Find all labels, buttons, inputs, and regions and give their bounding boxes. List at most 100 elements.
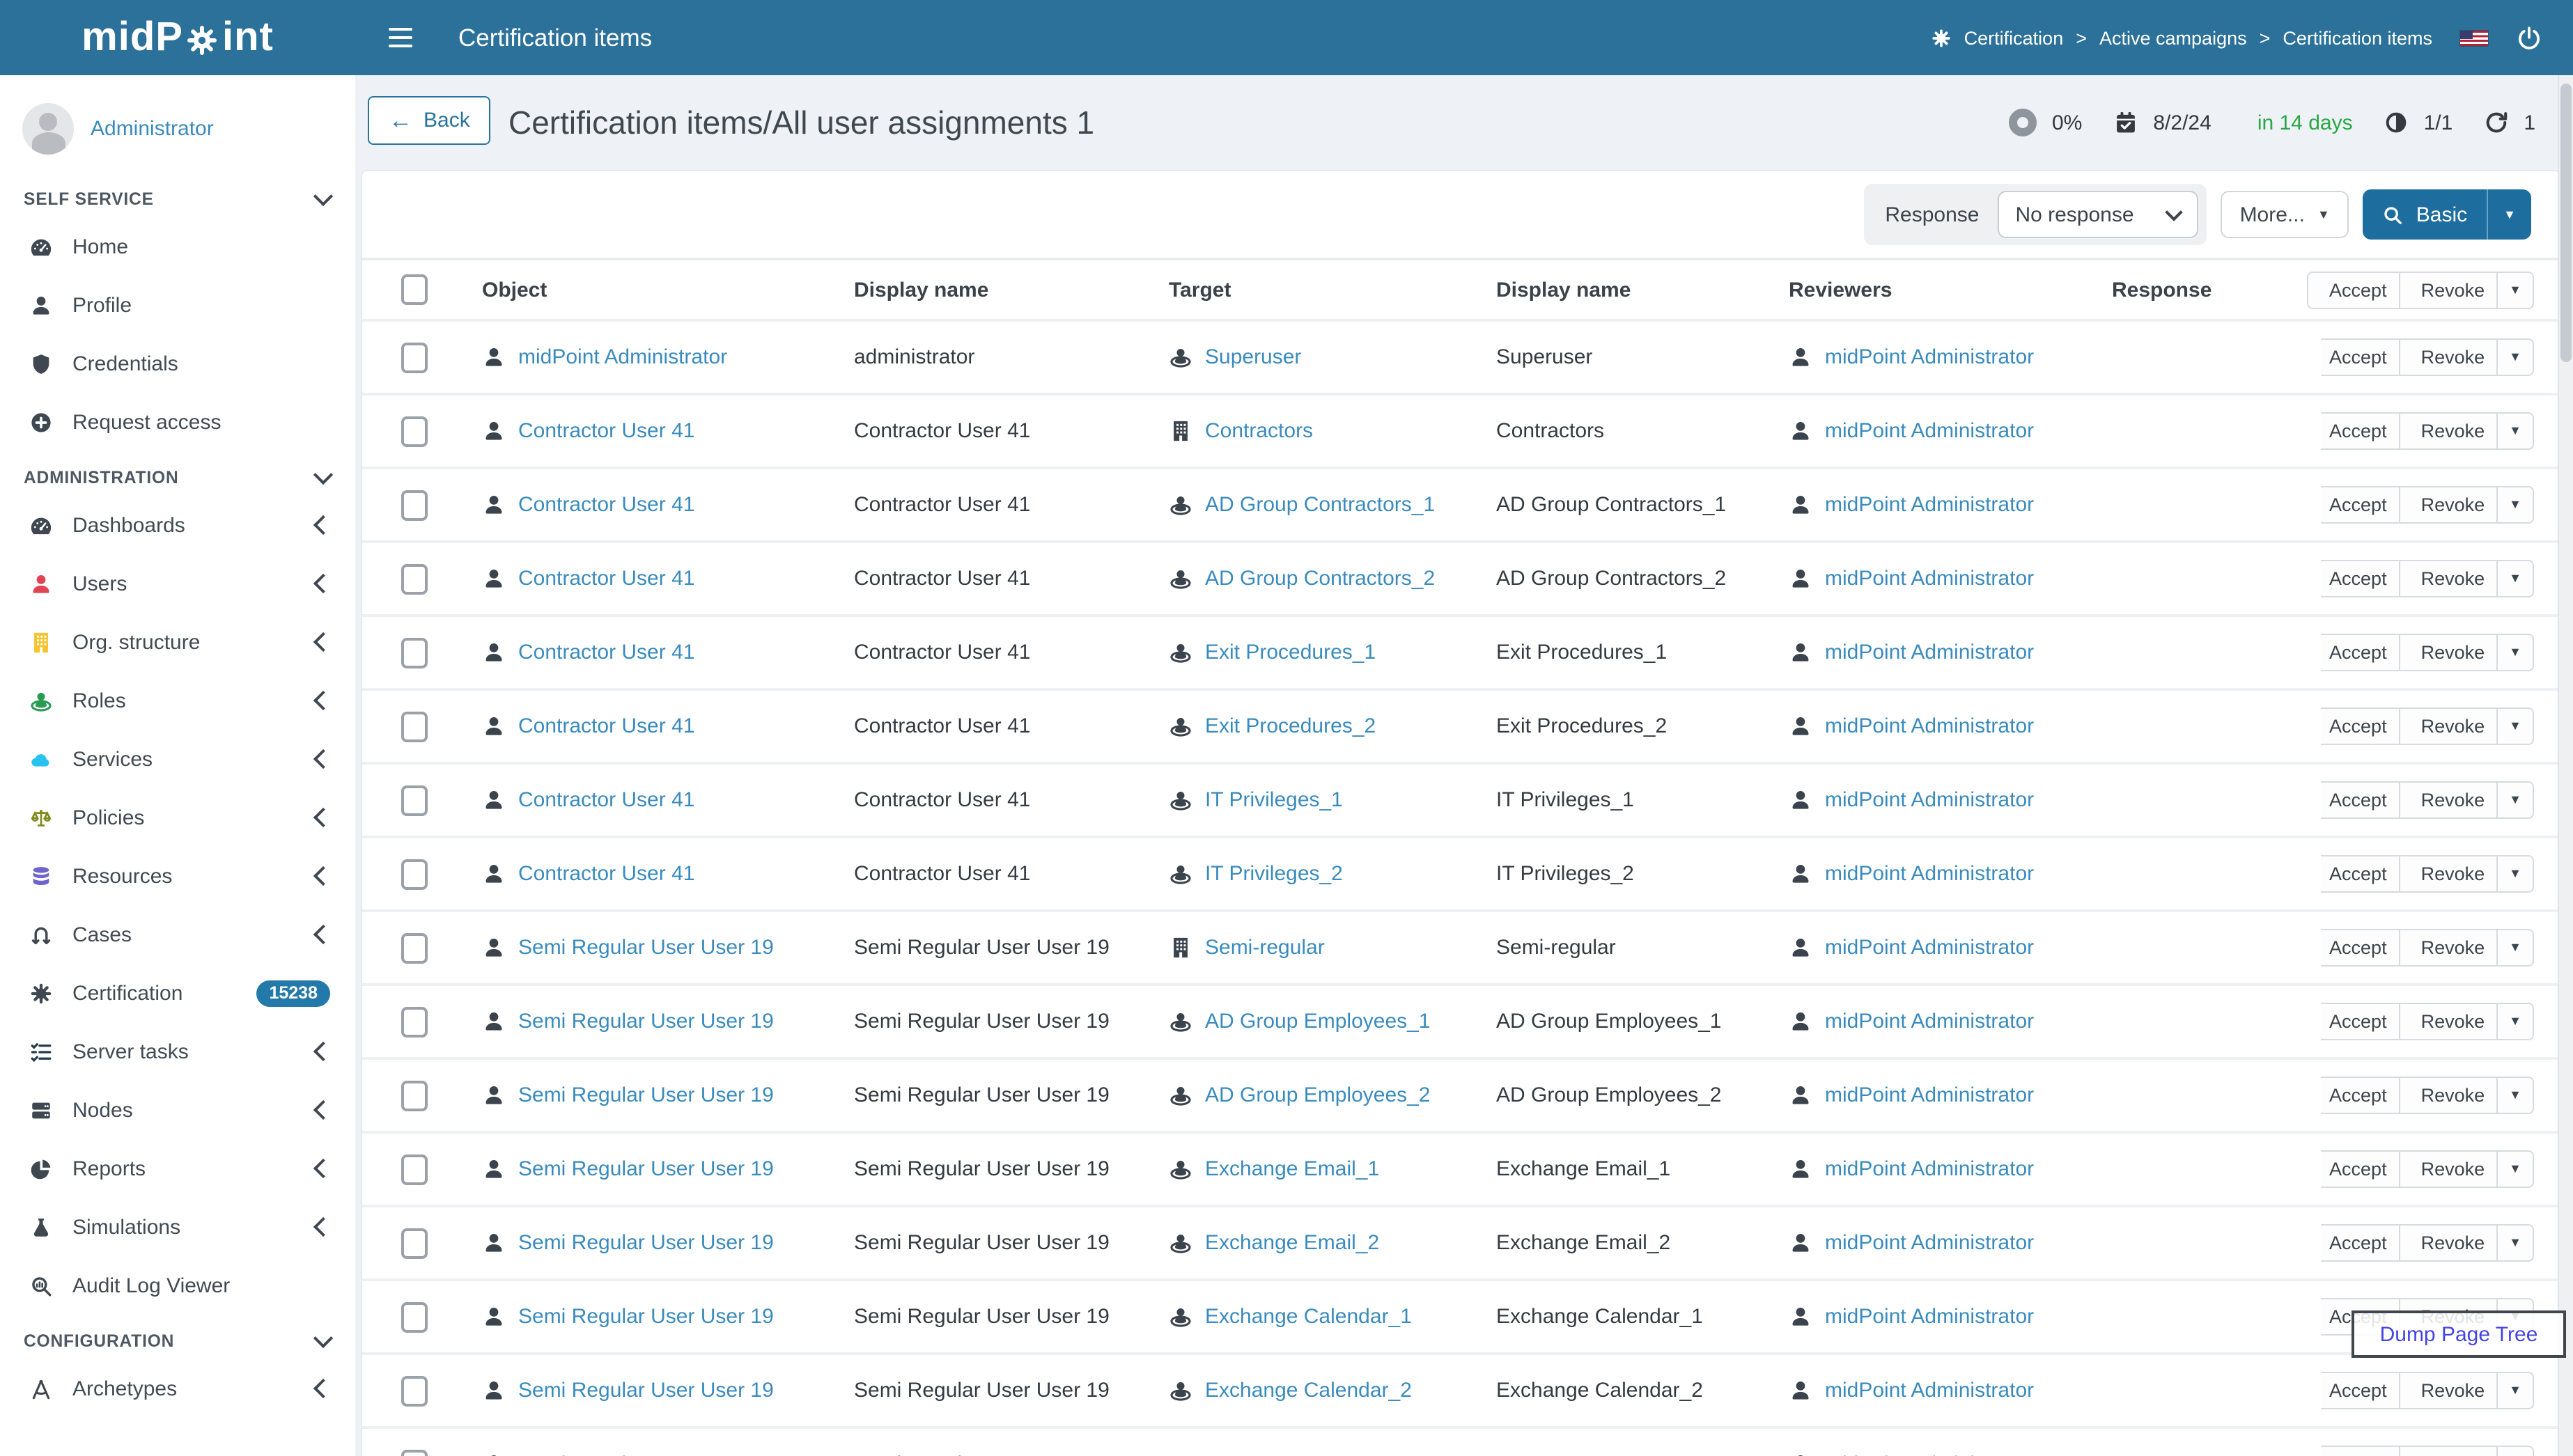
accept-button[interactable]: Accept (2321, 1077, 2401, 1114)
accept-button[interactable]: Accept (2321, 1150, 2401, 1188)
page-scrollbar[interactable] (2558, 75, 2573, 1456)
reviewer-link[interactable]: midPoint Administrator (1825, 345, 2034, 369)
sidebar-item-simulations[interactable]: Simulations (0, 1198, 355, 1256)
row-checkbox[interactable] (401, 1228, 428, 1258)
sidebar-item-services[interactable]: Services (0, 730, 355, 788)
more-actions-button[interactable]: ▼ (2496, 634, 2534, 671)
revoke-button[interactable]: Revoke (2398, 1150, 2499, 1188)
sidebar-item-reports[interactable]: Reports (0, 1139, 355, 1198)
more-actions-button[interactable]: ▼ (2496, 1003, 2534, 1040)
object-link[interactable]: Semi Regular User User 19 (518, 936, 774, 960)
object-link[interactable]: Contractor User 41 (518, 419, 694, 443)
object-link[interactable]: Semi Regular User User 19 (518, 1083, 774, 1107)
sidebar-item-home[interactable]: Home (0, 217, 355, 276)
revoke-button[interactable]: Revoke (2398, 707, 2499, 745)
target-link[interactable]: Contractors (1205, 419, 1313, 443)
col-object[interactable]: Object (482, 259, 854, 320)
reviewer-link[interactable]: midPoint Administrator (1825, 862, 2034, 886)
sidebar-item-server-tasks[interactable]: Server tasks (0, 1022, 355, 1081)
more-actions-button[interactable]: ▼ (2496, 781, 2534, 819)
accept-button[interactable]: Accept (2321, 338, 2401, 376)
sidebar-item-credentials[interactable]: Credentials (0, 334, 355, 393)
sidebar-item-audit-log-viewer[interactable]: Audit Log Viewer (0, 1256, 355, 1315)
revoke-button[interactable]: Revoke (2398, 338, 2499, 376)
accept-button[interactable]: Accept (2321, 560, 2401, 597)
reviewer-link[interactable]: midPoint Administrator (1825, 1379, 2034, 1402)
object-link[interactable]: Semi Regular User User 19 (518, 1231, 774, 1255)
target-link[interactable]: IT Privileges_1 (1205, 788, 1343, 812)
sidebar-item-archetypes[interactable]: Archetypes (0, 1359, 355, 1418)
row-checkbox[interactable] (401, 416, 428, 446)
sidebar-toggle-icon[interactable] (389, 24, 425, 52)
revoke-button[interactable]: Revoke (2398, 560, 2499, 597)
reviewer-link[interactable]: midPoint Administrator (1825, 1157, 2034, 1181)
object-link[interactable]: midPoint Administrator (518, 345, 727, 369)
breadcrumb-certification-items[interactable]: Certification items (2283, 27, 2432, 48)
accept-button[interactable]: Accept (2321, 707, 2401, 745)
accept-button[interactable]: Accept (2321, 486, 2401, 524)
target-link[interactable]: Exit Procedures_2 (1205, 714, 1376, 738)
more-actions-button[interactable]: ▼ (2496, 1372, 2534, 1409)
accept-button[interactable]: Accept (2321, 1446, 2401, 1456)
accept-button[interactable]: Accept (2321, 781, 2401, 819)
target-link[interactable]: Exchange Calendar_2 (1205, 1379, 1412, 1402)
row-checkbox[interactable] (401, 637, 428, 668)
power-icon[interactable] (2516, 24, 2542, 51)
target-link[interactable]: IT Privileges_2 (1205, 862, 1343, 886)
target-link[interactable]: Exchange Email_1 (1205, 1157, 1379, 1181)
user-name-link[interactable]: Administrator (91, 117, 214, 141)
more-actions-button[interactable]: ▼ (2496, 855, 2534, 893)
sidebar-item-users[interactable]: Users (0, 554, 355, 613)
row-checkbox[interactable] (401, 1154, 428, 1184)
target-link[interactable]: AD Group Contractors_2 (1205, 567, 1435, 590)
target-link[interactable]: Exchange Email_2 (1205, 1231, 1379, 1255)
revoke-button[interactable]: Revoke (2398, 1372, 2499, 1409)
dump-page-tree-overlay[interactable]: Dump Page Tree (2352, 1310, 2566, 1358)
scrollbar-thumb[interactable] (2560, 84, 2572, 362)
more-filters-button[interactable]: More... ▼ (2220, 191, 2349, 238)
row-checkbox[interactable] (401, 342, 428, 373)
row-checkbox[interactable] (401, 932, 428, 963)
sidebar-item-roles[interactable]: Roles (0, 671, 355, 730)
accept-button[interactable]: Accept (2321, 1372, 2401, 1409)
row-checkbox[interactable] (401, 1449, 428, 1456)
reviewer-link[interactable]: midPoint Administrator (1825, 936, 2034, 960)
more-actions-button[interactable]: ▼ (2496, 929, 2534, 966)
sidebar-section-administration[interactable]: ADMINISTRATION (0, 451, 355, 496)
target-link[interactable]: Exchange Calendar_1 (1205, 1305, 1412, 1329)
row-checkbox[interactable] (401, 1006, 428, 1037)
row-checkbox[interactable] (401, 1375, 428, 1406)
reviewer-link[interactable]: midPoint Administrator (1825, 641, 2034, 664)
object-link[interactable]: Contractor User 41 (518, 641, 694, 664)
col-display-name[interactable]: Display name (854, 259, 1169, 320)
more-actions-button[interactable]: ▼ (2496, 560, 2534, 597)
object-link[interactable]: Contractor User 41 (518, 862, 694, 886)
accept-button[interactable]: Accept (2321, 1224, 2401, 1262)
revoke-button[interactable]: Revoke (2398, 486, 2499, 524)
more-actions-button[interactable]: ▼ (2496, 1150, 2534, 1188)
object-link[interactable]: Semi Regular User User 19 (518, 1305, 774, 1329)
target-link[interactable]: Exit Procedures_1 (1205, 641, 1376, 664)
reviewer-link[interactable]: midPoint Administrator (1825, 1083, 2034, 1107)
target-link[interactable]: AD Group Employees_2 (1205, 1083, 1431, 1107)
revoke-button[interactable]: Revoke (2398, 412, 2499, 450)
breadcrumb-active-campaigns[interactable]: Active campaigns (2099, 27, 2247, 48)
object-link[interactable]: Contractor User 41 (518, 788, 694, 812)
search-mode-button[interactable]: Basic ▼ (2363, 189, 2531, 240)
accept-button[interactable]: Accept (2321, 1003, 2401, 1040)
more-actions-button[interactable]: ▼ (2496, 338, 2534, 376)
more-actions-button[interactable]: ▼ (2496, 486, 2534, 524)
object-link[interactable]: Semi Regular User User 19 (518, 1157, 774, 1181)
sidebar-item-request-access[interactable]: Request access (0, 393, 355, 451)
reviewer-link[interactable]: midPoint Administrator (1825, 1305, 2034, 1329)
back-button[interactable]: ← Back (368, 96, 491, 145)
bulk-revoke-button[interactable]: Revoke (2398, 271, 2499, 308)
target-link[interactable]: AD Group Contractors_1 (1205, 493, 1435, 517)
more-actions-button[interactable]: ▼ (2496, 1446, 2534, 1456)
sidebar-section-configuration[interactable]: CONFIGURATION (0, 1315, 355, 1359)
revoke-button[interactable]: Revoke (2398, 855, 2499, 893)
more-actions-button[interactable]: ▼ (2496, 412, 2534, 450)
revoke-button[interactable]: Revoke (2398, 781, 2499, 819)
revoke-button[interactable]: Revoke (2398, 1446, 2499, 1456)
more-actions-button[interactable]: ▼ (2496, 1077, 2534, 1114)
